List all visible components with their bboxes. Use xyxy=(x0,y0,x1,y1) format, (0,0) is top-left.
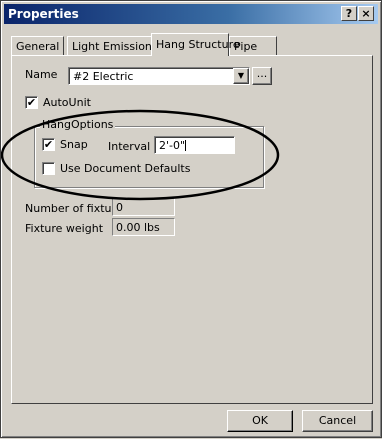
fixture-weight-value: 0.00 lbs xyxy=(112,218,175,236)
window-title: Properties xyxy=(8,7,79,21)
name-select-value: #2 Electric xyxy=(73,70,134,83)
interval-input[interactable]: 2'-0" xyxy=(154,136,235,154)
snap-checkbox[interactable]: ✔ xyxy=(42,138,55,151)
fixture-weight-label: Fixture weight xyxy=(25,222,104,235)
tab-hang-structure[interactable]: Hang Structure xyxy=(151,33,240,56)
interval-label: Interval xyxy=(108,140,151,153)
use-document-defaults-label: Use Document Defaults xyxy=(60,162,191,175)
tab-light-emission[interactable]: Light Emission xyxy=(67,36,157,56)
close-button[interactable]: × xyxy=(358,6,374,21)
text-caret xyxy=(185,140,187,151)
auto-unit-label: AutoUnit xyxy=(43,96,91,109)
properties-dialog: Properties ? × General Light Emission Ha… xyxy=(0,0,382,438)
name-select[interactable]: #2 Electric xyxy=(68,67,250,85)
tab-panel-hang-structure: Name #2 Electric ▼ ... ✔ AutoUnit HangOp… xyxy=(11,55,373,404)
title-bar[interactable]: Properties ? × xyxy=(4,4,378,24)
auto-unit-checkbox[interactable]: ✔ xyxy=(25,96,38,109)
snap-label: Snap xyxy=(60,138,88,151)
help-button[interactable]: ? xyxy=(341,6,357,21)
ok-button[interactable]: OK xyxy=(227,410,293,432)
tab-strip: General Light Emission Hang Structure Pi… xyxy=(11,33,373,56)
use-document-defaults-checkbox[interactable] xyxy=(42,162,55,175)
name-label: Name xyxy=(25,68,58,81)
chevron-down-icon[interactable]: ▼ xyxy=(233,68,249,84)
cancel-button[interactable]: Cancel xyxy=(302,410,373,432)
tab-general[interactable]: General xyxy=(11,36,65,56)
interval-value: 2'-0" xyxy=(159,139,186,152)
browse-button[interactable]: ... xyxy=(252,67,272,85)
hang-options-legend: HangOptions xyxy=(40,118,116,131)
number-of-fixtures-value: 0 xyxy=(112,198,175,216)
